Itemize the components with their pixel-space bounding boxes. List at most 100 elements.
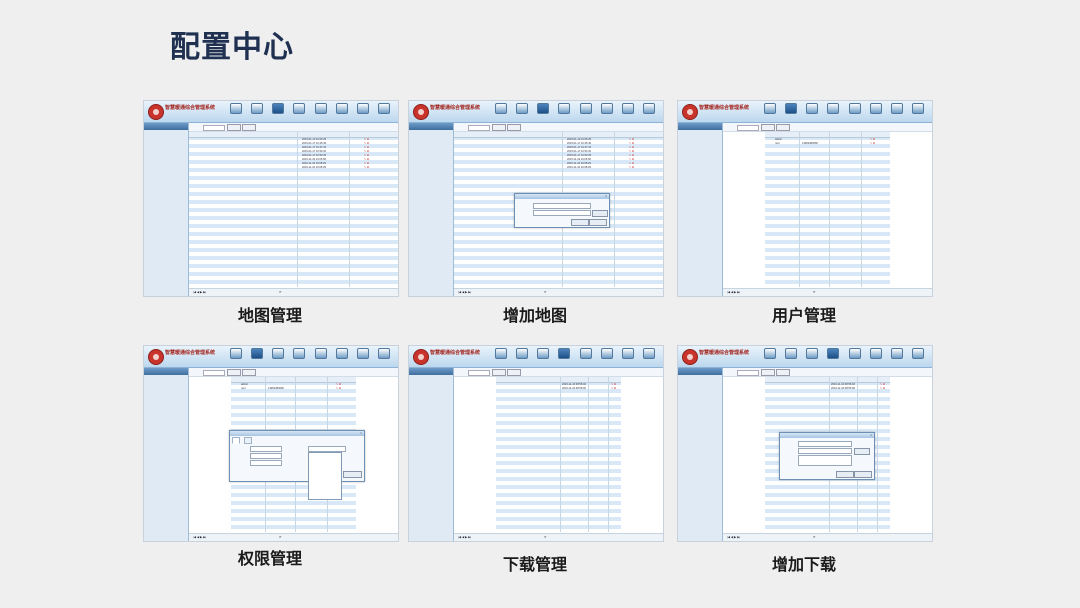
nav-button-4[interactable] xyxy=(292,348,305,363)
search-input[interactable] xyxy=(468,369,490,376)
browse-button[interactable] xyxy=(592,210,608,217)
close-icon[interactable]: × xyxy=(605,194,607,198)
nav-button-7[interactable] xyxy=(621,348,634,363)
ok-button[interactable] xyxy=(571,219,589,226)
nav-button-2[interactable] xyxy=(784,348,797,363)
add-button[interactable] xyxy=(776,369,790,376)
save-button[interactable] xyxy=(343,471,362,478)
nav-button-6[interactable] xyxy=(600,103,613,118)
nav-button-2[interactable] xyxy=(784,103,797,118)
nav-button-1[interactable] xyxy=(763,103,776,118)
nav-button-6[interactable] xyxy=(869,103,882,118)
nav-button-8[interactable] xyxy=(377,103,390,118)
refresh-icon[interactable]: ⟳ xyxy=(813,289,816,296)
refresh-icon[interactable]: ⟳ xyxy=(279,289,282,296)
search-button[interactable] xyxy=(227,369,241,376)
nav-button-2[interactable] xyxy=(515,348,528,363)
nav-button-3[interactable] xyxy=(805,103,818,118)
nav-button-4[interactable] xyxy=(557,103,570,118)
nav-button-6[interactable] xyxy=(335,103,348,118)
nav-button-3[interactable] xyxy=(536,348,549,363)
search-input[interactable] xyxy=(737,369,759,376)
file-input[interactable] xyxy=(798,448,852,454)
pager-nav-icon[interactable]: |◀ ◀ ▶ ▶| xyxy=(458,534,471,541)
text-field[interactable] xyxy=(250,446,282,452)
nav-button-8[interactable] xyxy=(642,348,655,363)
file-input[interactable] xyxy=(533,210,591,216)
ok-button[interactable] xyxy=(836,471,854,478)
nav-button-2[interactable] xyxy=(250,348,263,363)
table-row[interactable]: 2016-11-16 16:08:39 ✎ ✖ xyxy=(189,166,398,170)
description-textarea[interactable] xyxy=(798,455,852,466)
close-icon[interactable]: × xyxy=(360,431,362,435)
nav-button-6[interactable] xyxy=(335,348,348,363)
nav-button-8[interactable] xyxy=(911,103,924,118)
tab-user[interactable] xyxy=(232,437,240,444)
add-button[interactable] xyxy=(242,369,256,376)
search-button[interactable] xyxy=(492,369,506,376)
nav-button-5[interactable] xyxy=(314,103,327,118)
refresh-icon[interactable]: ⟳ xyxy=(279,534,282,541)
permission-tree[interactable] xyxy=(308,452,342,500)
nav-button-1[interactable] xyxy=(494,348,507,363)
refresh-icon[interactable]: ⟳ xyxy=(813,534,816,541)
row-actions-icon[interactable]: ✎ ✖ xyxy=(364,166,369,170)
search-button[interactable] xyxy=(227,124,241,131)
refresh-icon[interactable]: ⟳ xyxy=(544,289,547,296)
nav-button-1[interactable] xyxy=(763,348,776,363)
pager-nav-icon[interactable]: |◀ ◀ ▶ ▶| xyxy=(193,289,206,296)
search-input[interactable] xyxy=(468,124,490,131)
table-row[interactable]: root 13952383666 ✎ ✖ xyxy=(765,142,890,146)
text-field[interactable] xyxy=(250,460,282,466)
nav-button-7[interactable] xyxy=(356,103,369,118)
row-actions-icon[interactable]: ✎ ✖ xyxy=(336,387,341,391)
add-button[interactable] xyxy=(776,124,790,131)
pager-nav-icon[interactable]: |◀ ◀ ▶ ▶| xyxy=(458,289,471,296)
nav-button-7[interactable] xyxy=(890,103,903,118)
nav-button-6[interactable] xyxy=(600,348,613,363)
nav-button-5[interactable] xyxy=(579,348,592,363)
table-row[interactable]: 2016-11-16 08:55:06 ✎ ✖ xyxy=(496,387,621,391)
nav-button-2[interactable] xyxy=(515,103,528,118)
tab-permission[interactable] xyxy=(244,437,252,444)
row-actions-icon[interactable]: ✎ ✖ xyxy=(611,387,616,391)
nav-button-4[interactable] xyxy=(557,348,570,363)
nav-button-3[interactable] xyxy=(805,348,818,363)
nav-button-7[interactable] xyxy=(621,103,634,118)
nav-button-8[interactable] xyxy=(377,348,390,363)
nav-button-4[interactable] xyxy=(826,103,839,118)
pager-nav-icon[interactable]: |◀ ◀ ▶ ▶| xyxy=(727,289,740,296)
table-row[interactable]: 2016-11-16 08:55:06 ✎ ✖ xyxy=(765,387,890,391)
nav-button-7[interactable] xyxy=(356,348,369,363)
refresh-icon[interactable]: ⟳ xyxy=(544,534,547,541)
search-button[interactable] xyxy=(492,124,506,131)
nav-button-1[interactable] xyxy=(229,103,242,118)
nav-button-3[interactable] xyxy=(536,103,549,118)
nav-button-5[interactable] xyxy=(848,348,861,363)
nav-button-1[interactable] xyxy=(494,103,507,118)
search-button[interactable] xyxy=(761,369,775,376)
browse-button[interactable] xyxy=(854,448,870,455)
name-input[interactable] xyxy=(533,203,591,209)
add-button[interactable] xyxy=(507,124,521,131)
add-button[interactable] xyxy=(242,124,256,131)
row-actions-icon[interactable]: ✎ ✖ xyxy=(629,166,634,170)
nav-button-1[interactable] xyxy=(229,348,242,363)
nav-button-5[interactable] xyxy=(579,103,592,118)
text-field[interactable] xyxy=(250,453,282,459)
close-icon[interactable]: × xyxy=(870,433,872,437)
cancel-button[interactable] xyxy=(854,471,872,478)
pager-nav-icon[interactable]: |◀ ◀ ▶ ▶| xyxy=(193,534,206,541)
search-input[interactable] xyxy=(203,124,225,131)
pager-nav-icon[interactable]: |◀ ◀ ▶ ▶| xyxy=(727,534,740,541)
table-row[interactable]: 2016-11-16 16:08:39 ✎ ✖ xyxy=(454,166,663,170)
row-actions-icon[interactable]: ✎ ✖ xyxy=(880,387,885,391)
nav-button-3[interactable] xyxy=(271,103,284,118)
row-actions-icon[interactable]: ✎ ✖ xyxy=(870,142,875,146)
search-input[interactable] xyxy=(203,369,225,376)
search-input[interactable] xyxy=(737,124,759,131)
name-input[interactable] xyxy=(798,441,852,447)
search-button[interactable] xyxy=(761,124,775,131)
nav-button-4[interactable] xyxy=(292,103,305,118)
nav-button-8[interactable] xyxy=(642,103,655,118)
